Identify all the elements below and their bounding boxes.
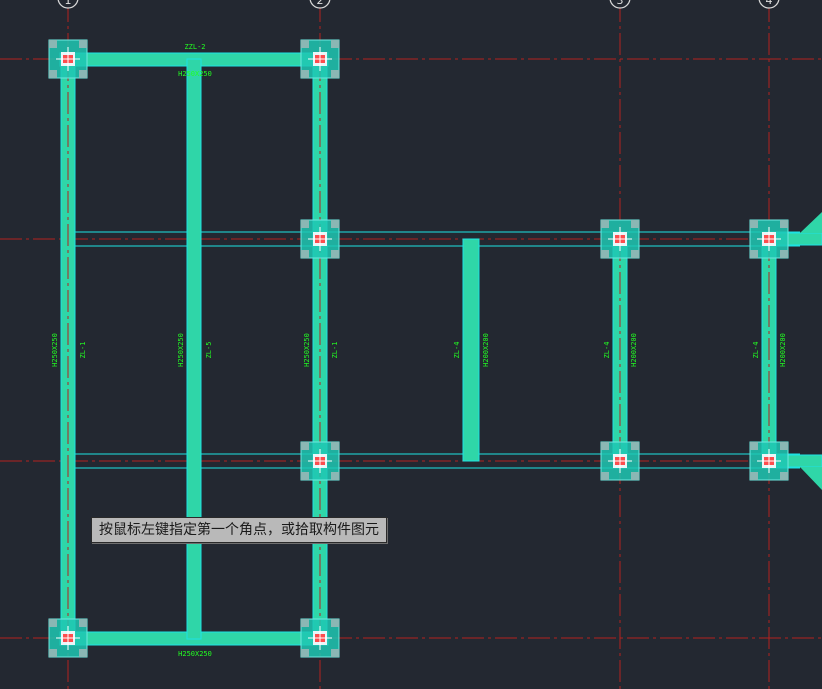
column-8[interactable] [749, 441, 789, 481]
beam-label-axis2-name: ZL-1 [331, 342, 339, 359]
column-4[interactable] [600, 219, 640, 259]
axis-label-3: 3 [617, 0, 624, 7]
beam-label-mid23-name: ZL-4 [453, 342, 461, 359]
cad-drawing-canvas[interactable]: 1 2 3 4 ZZL-2 H250X250 H250X250 H250X250… [0, 0, 822, 689]
beam-label-axis1-name: ZL-1 [79, 342, 87, 359]
beam-label-axis2-section: H250X250 [303, 333, 311, 367]
column-2[interactable] [300, 39, 340, 79]
beam-mid12[interactable] [186, 58, 202, 640]
beam-label-top-section: H250X250 [178, 70, 212, 78]
beam-label-axis1-section: H250X250 [51, 333, 59, 367]
column-6[interactable] [300, 441, 340, 481]
beam-label-axis4-name: ZL-4 [752, 342, 760, 359]
beam-label-axis4-section: H200X200 [779, 333, 787, 367]
beam-label-axis3-name: ZL-4 [603, 342, 611, 359]
beam-label-top-name: ZZL-2 [184, 43, 205, 51]
column-5[interactable] [749, 219, 789, 259]
column-7[interactable] [600, 441, 640, 481]
beam-mid23[interactable] [462, 238, 480, 462]
beam-label-bottom-section: H250X250 [178, 650, 212, 658]
column-3[interactable] [300, 219, 340, 259]
column-10[interactable] [300, 618, 340, 658]
column-9[interactable] [48, 618, 88, 658]
beam-label-axis3-section: H200X200 [630, 333, 638, 367]
axis-label-2: 2 [317, 0, 324, 7]
beam-label-mid12-name: ZL-5 [205, 342, 213, 359]
axis-label-4: 4 [766, 0, 773, 7]
axis-label-1: 1 [65, 0, 72, 7]
beam-label-mid12-section: H250X250 [177, 333, 185, 367]
beam-label-mid23-section: H200X200 [482, 333, 490, 367]
column-1[interactable] [48, 39, 88, 79]
command-prompt-tooltip: 按鼠标左键指定第一个角点，或拾取构件图元 [91, 517, 387, 543]
